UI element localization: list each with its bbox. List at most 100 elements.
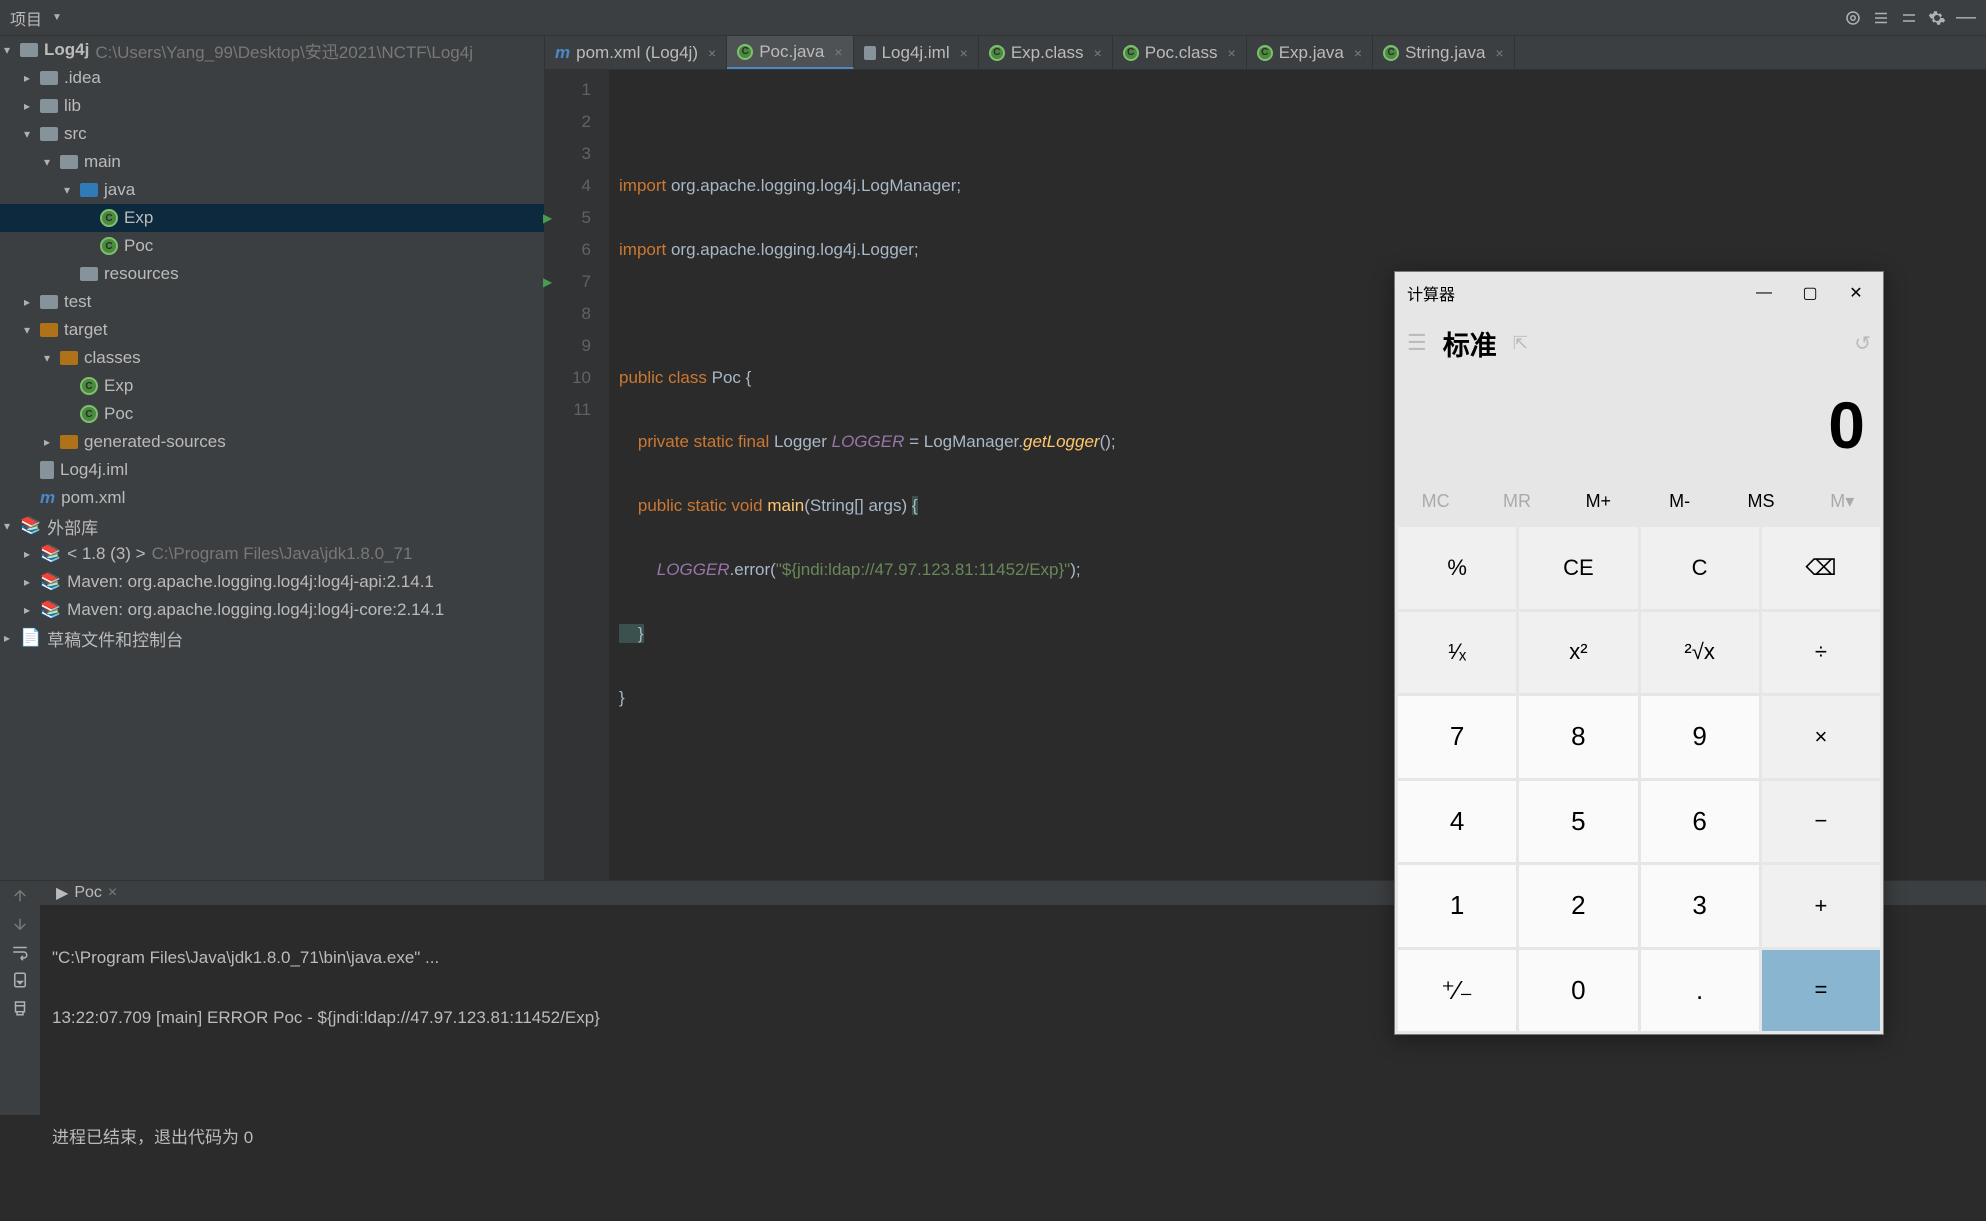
close-icon[interactable]: × <box>834 44 842 60</box>
mem-mlist: M▾ <box>1802 478 1883 524</box>
console-line: 进程已结束，退出代码为 0 <box>52 1123 1974 1153</box>
mem-ms[interactable]: MS <box>1720 478 1801 524</box>
key-equals[interactable]: = <box>1762 950 1880 1032</box>
scroll-icon[interactable] <box>11 971 29 989</box>
tab-poc-java[interactable]: CPoc.java× <box>727 36 853 69</box>
tree-mvn1[interactable]: ▸📚Maven: org.apache.logging.log4j:log4j-… <box>0 568 544 596</box>
collapse-icon[interactable] <box>1900 9 1918 27</box>
key-6[interactable]: 6 <box>1641 781 1759 863</box>
tree-src[interactable]: ▾src <box>0 120 544 148</box>
minimize-icon[interactable]: — <box>1741 277 1787 309</box>
key-9[interactable]: 9 <box>1641 696 1759 778</box>
tree-target[interactable]: ▾target <box>0 316 544 344</box>
maximize-icon[interactable]: ▢ <box>1787 277 1833 309</box>
print-icon[interactable] <box>11 999 29 1017</box>
tree-exp-compiled[interactable]: CExp <box>0 372 544 400</box>
key-multiply[interactable]: × <box>1762 696 1880 778</box>
hamburger-icon[interactable]: ☰ <box>1407 330 1427 356</box>
toolbar: 项目 ▼ — <box>0 0 1986 36</box>
key-backspace[interactable]: ⌫ <box>1762 527 1880 609</box>
project-dropdown[interactable]: 项目 <box>10 6 42 30</box>
key-2[interactable]: 2 <box>1519 865 1637 947</box>
key-divide[interactable]: ÷ <box>1762 612 1880 694</box>
key-0[interactable]: 0 <box>1519 950 1637 1032</box>
close-icon[interactable]: × <box>960 45 968 61</box>
up-arrow-icon[interactable] <box>11 887 29 905</box>
calculator-mode: 标准 <box>1443 324 1497 363</box>
key-minus[interactable]: − <box>1762 781 1880 863</box>
tree-pom[interactable]: mpom.xml <box>0 484 544 512</box>
tree-java[interactable]: ▾java <box>0 176 544 204</box>
key-7[interactable]: 7 <box>1398 696 1516 778</box>
key-8[interactable]: 8 <box>1519 696 1637 778</box>
tab-poc-class[interactable]: CPoc.class× <box>1113 36 1247 69</box>
pin-icon[interactable]: ⇱ <box>1513 333 1528 354</box>
tree-lib[interactable]: ▸lib <box>0 92 544 120</box>
mem-mplus[interactable]: M+ <box>1558 478 1639 524</box>
key-reciprocal[interactable]: ¹⁄ₓ <box>1398 612 1516 694</box>
tree-jdk[interactable]: ▸📚< 1.8 (3) >C:\Program Files\Java\jdk1.… <box>0 540 544 568</box>
tree-generated[interactable]: ▸generated-sources <box>0 428 544 456</box>
mem-mr: MR <box>1476 478 1557 524</box>
key-plus[interactable]: + <box>1762 865 1880 947</box>
tree-resources[interactable]: resources <box>0 260 544 288</box>
line-gutter: 1234567891011 <box>545 70 609 880</box>
history-icon[interactable]: ↺ <box>1854 331 1871 356</box>
down-arrow-icon[interactable] <box>11 915 29 933</box>
mem-mminus[interactable]: M- <box>1639 478 1720 524</box>
tree-poc-class[interactable]: CPoc <box>0 232 544 260</box>
close-icon[interactable]: ✕ <box>1833 277 1879 309</box>
run-tab-poc[interactable]: ▶Poc× <box>46 881 127 905</box>
console-line <box>52 1063 1974 1093</box>
tree-iml[interactable]: Log4j.iml <box>0 456 544 484</box>
chevron-down-icon[interactable]: ▼ <box>52 12 62 23</box>
tab-log4j-iml[interactable]: Log4j.iml× <box>854 36 979 69</box>
tree-poc-compiled[interactable]: CPoc <box>0 400 544 428</box>
key-c[interactable]: C <box>1641 527 1759 609</box>
key-5[interactable]: 5 <box>1519 781 1637 863</box>
memory-row: MC MR M+ M- MS M▾ <box>1395 478 1883 524</box>
project-tree[interactable]: ▾Log4jC:\Users\Yang_99\Desktop\安迅2021\NC… <box>0 36 545 880</box>
key-3[interactable]: 3 <box>1641 865 1759 947</box>
tree-classes[interactable]: ▾classes <box>0 344 544 372</box>
key-sqrt[interactable]: ²√x <box>1641 612 1759 694</box>
key-4[interactable]: 4 <box>1398 781 1516 863</box>
tab-pom[interactable]: mpom.xml (Log4j)× <box>545 36 727 69</box>
key-negate[interactable]: ⁺⁄₋ <box>1398 950 1516 1032</box>
calculator-titlebar[interactable]: 计算器 — ▢ ✕ <box>1395 272 1883 314</box>
calculator-window[interactable]: 计算器 — ▢ ✕ ☰ 标准 ⇱ ↺ 0 MC MR M+ M- MS M▾ %… <box>1394 271 1884 1035</box>
tab-exp-class[interactable]: CExp.class× <box>979 36 1113 69</box>
tree-ext-libs[interactable]: ▾📚外部库 <box>0 512 544 540</box>
close-icon[interactable]: × <box>1354 45 1362 61</box>
calculator-keypad: % CE C ⌫ ¹⁄ₓ x² ²√x ÷ 7 8 9 × 4 5 6 − 1 … <box>1395 524 1883 1034</box>
tab-string-java[interactable]: CString.java× <box>1373 36 1515 69</box>
editor-tabs: mpom.xml (Log4j)× CPoc.java× Log4j.iml× … <box>545 36 1986 70</box>
tree-idea[interactable]: ▸.idea <box>0 64 544 92</box>
tree-test[interactable]: ▸test <box>0 288 544 316</box>
tree-main[interactable]: ▾main <box>0 148 544 176</box>
close-icon[interactable]: × <box>108 884 117 902</box>
calculator-display: 0 <box>1395 372 1883 478</box>
close-icon[interactable]: × <box>1228 45 1236 61</box>
tree-scratches[interactable]: ▸📄草稿文件和控制台 <box>0 624 544 652</box>
expand-icon[interactable] <box>1872 9 1890 27</box>
mem-mc: MC <box>1395 478 1476 524</box>
key-1[interactable]: 1 <box>1398 865 1516 947</box>
key-ce[interactable]: CE <box>1519 527 1637 609</box>
tree-mvn2[interactable]: ▸📚Maven: org.apache.logging.log4j:log4j-… <box>0 596 544 624</box>
target-icon[interactable] <box>1844 9 1862 27</box>
project-root[interactable]: ▾Log4jC:\Users\Yang_99\Desktop\安迅2021\NC… <box>0 36 544 64</box>
gear-icon[interactable] <box>1928 9 1946 27</box>
tree-exp-class[interactable]: CExp <box>0 204 544 232</box>
key-decimal[interactable]: . <box>1641 950 1759 1032</box>
close-icon[interactable]: × <box>708 45 716 61</box>
close-icon[interactable]: × <box>1495 45 1503 61</box>
key-square[interactable]: x² <box>1519 612 1637 694</box>
run-toolbar <box>0 881 40 1115</box>
tab-exp-java[interactable]: CExp.java× <box>1247 36 1373 69</box>
key-percent[interactable]: % <box>1398 527 1516 609</box>
soft-wrap-icon[interactable] <box>11 943 29 961</box>
calculator-title: 计算器 <box>1407 281 1741 305</box>
minimize-panel-icon[interactable]: — <box>1956 6 1976 29</box>
close-icon[interactable]: × <box>1094 45 1102 61</box>
